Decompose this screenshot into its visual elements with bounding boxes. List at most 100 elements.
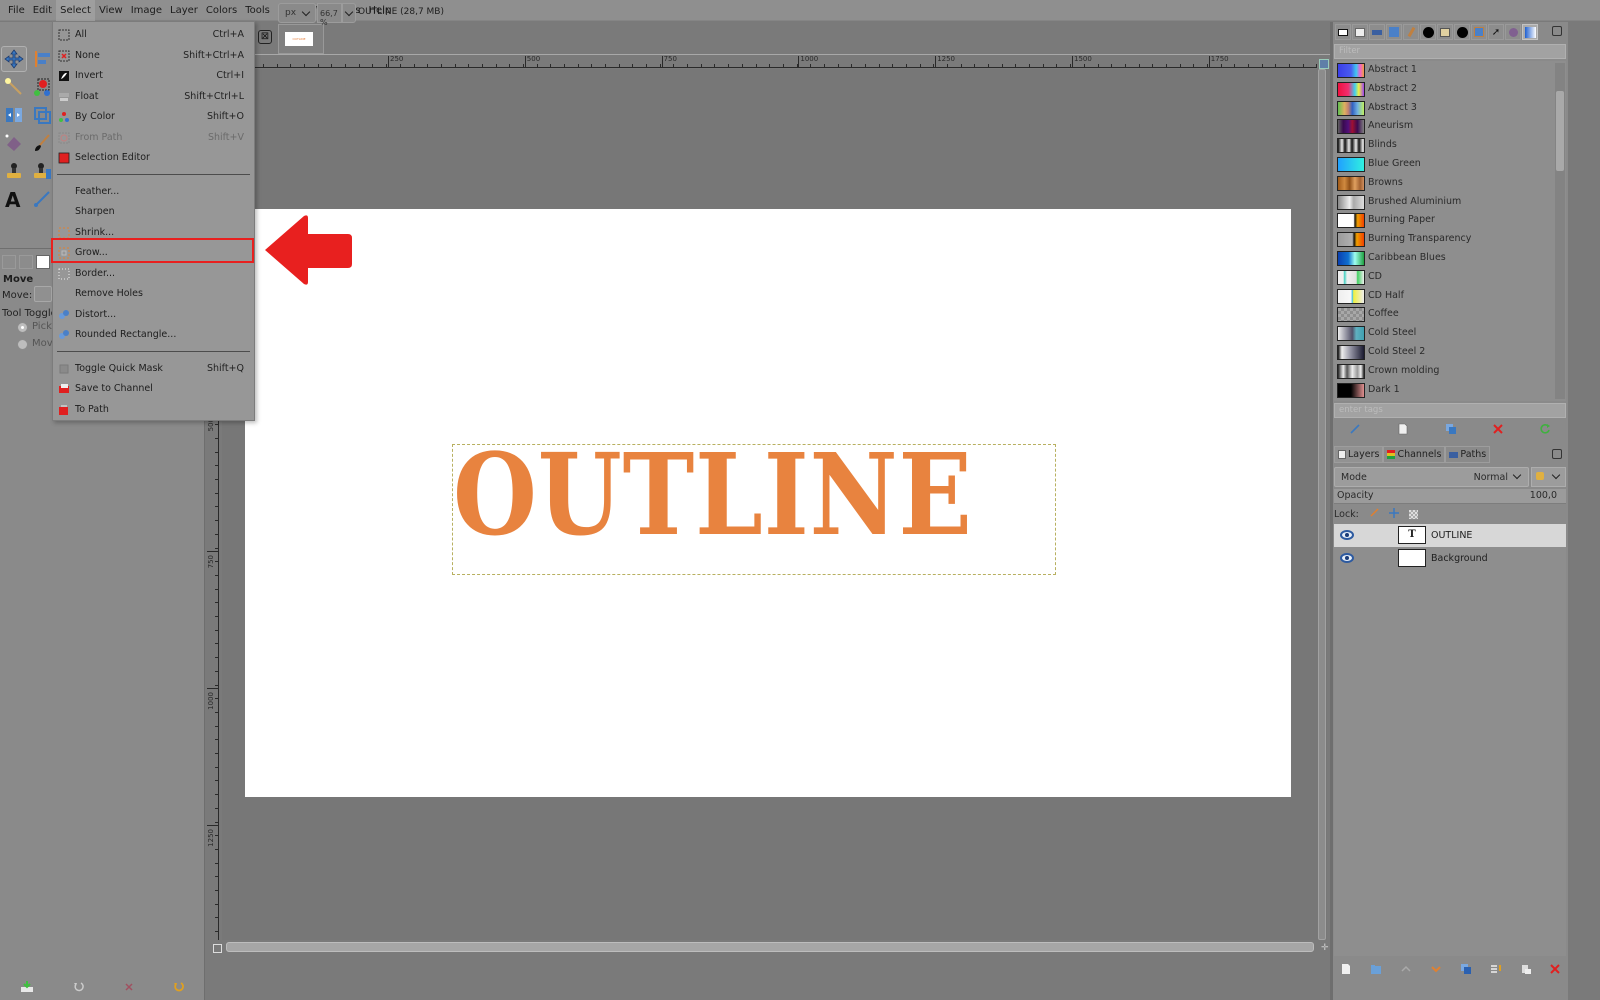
menu-item-distort[interactable]: Distort...	[53, 305, 254, 325]
device-status-tab-icon[interactable]	[19, 255, 33, 269]
new-gradient-icon[interactable]	[1397, 423, 1409, 438]
quick-mask-toggle-icon[interactable]	[213, 944, 222, 953]
gradient-item[interactable]: Browns	[1334, 174, 1554, 193]
brush-dock-tab-icon[interactable]	[1454, 24, 1470, 40]
menu-item-selection-editor[interactable]: Selection Editor	[53, 148, 254, 168]
raise-layer-icon[interactable]	[1400, 963, 1412, 978]
menu-item-border[interactable]: Border...	[53, 264, 254, 284]
menu-item-invert[interactable]: Invert Ctrl+I	[53, 66, 254, 86]
save-tool-preset-icon[interactable]	[20, 980, 34, 996]
layer-row[interactable]: Background	[1334, 547, 1566, 570]
menu-item-rounded-rectangle[interactable]: Rounded Rectangle...	[53, 325, 254, 345]
horizontal-ruler[interactable]: 250 500 750 1000 1250 1500 1750	[222, 55, 1318, 68]
menu-select[interactable]: Select	[56, 0, 95, 21]
menu-item-to-path[interactable]: To Path	[53, 400, 254, 420]
layer-mode-select[interactable]: Mode Normal	[1334, 467, 1529, 487]
restore-tool-preset-icon[interactable]	[73, 981, 85, 996]
tab-channels[interactable]: Channels	[1383, 446, 1446, 463]
gradient-item[interactable]: Caribbean Blues	[1334, 249, 1554, 268]
eraser-tool-icon[interactable]	[1, 130, 27, 156]
zoom-image-when-window-resized-icon[interactable]: ✛	[1321, 943, 1329, 953]
radio-move-active[interactable]	[17, 339, 28, 350]
composite-mode-select[interactable]	[1531, 467, 1566, 487]
lower-layer-icon[interactable]	[1430, 963, 1442, 978]
text-tool-icon[interactable]: A	[1, 186, 27, 212]
lock-pixels-icon[interactable]	[1369, 507, 1379, 521]
menu-item-none[interactable]: None Shift+Ctrl+A	[53, 46, 254, 66]
gradients-dock-tab-icon[interactable]	[1522, 24, 1538, 40]
canvas-area[interactable]: OUTLINE	[222, 69, 1317, 940]
vertical-scrollbar[interactable]	[1317, 69, 1327, 940]
gradient-list-scrollbar[interactable]	[1555, 63, 1565, 399]
close-image-tab-icon[interactable]: ⊠	[258, 30, 272, 44]
delete-gradient-icon[interactable]	[1493, 423, 1503, 437]
move-tool-icon[interactable]	[1, 46, 27, 72]
gradient-item[interactable]: Brushed Aluminium	[1334, 193, 1554, 212]
duplicate-layer-icon[interactable]	[1460, 963, 1472, 978]
gradient-item[interactable]: Abstract 1	[1334, 61, 1554, 80]
opacity-slider[interactable]: Opacity 100,0	[1334, 489, 1566, 504]
new-layer-group-icon[interactable]	[1370, 963, 1382, 978]
tool-options-tab-icon[interactable]	[2, 255, 16, 269]
menu-item-by-color[interactable]: By Color Shift+O	[53, 107, 254, 127]
flip-tool-icon[interactable]	[1, 102, 27, 128]
reset-tool-options-icon[interactable]	[173, 981, 185, 996]
tab-layers[interactable]: Layers	[1334, 446, 1384, 463]
gradient-item[interactable]: Coffee	[1334, 305, 1554, 324]
vertical-scroll-thumb[interactable]	[1318, 69, 1326, 940]
radio-pick-layer[interactable]	[17, 322, 28, 333]
gradient-item[interactable]: CD Half	[1334, 287, 1554, 306]
gradient-item[interactable]: Abstract 3	[1334, 99, 1554, 118]
patterns-dock-tab-icon[interactable]	[1420, 24, 1436, 40]
gradient-item[interactable]: Burning Transparency	[1334, 230, 1554, 249]
layers-dock-tab-icon[interactable]	[1352, 24, 1368, 40]
gradient-item[interactable]: Cold Steel 2	[1334, 343, 1554, 362]
menu-item-remove-holes[interactable]: Remove Holes	[53, 284, 254, 304]
visibility-eye-icon[interactable]	[1340, 530, 1354, 540]
gradient-item[interactable]: Cold Steel	[1334, 324, 1554, 343]
palettes-dock-tab-icon[interactable]	[1505, 24, 1521, 40]
gradient-item[interactable]: Crown molding	[1334, 362, 1554, 381]
pointer-dock-tab-icon[interactable]: ➚	[1488, 24, 1504, 40]
undo-dock-tab-icon[interactable]	[1471, 24, 1487, 40]
channels-dock-tab-icon[interactable]	[1386, 24, 1402, 40]
lock-position-icon[interactable]	[1388, 507, 1399, 521]
menu-file[interactable]: File	[4, 0, 29, 21]
delete-tool-preset-icon[interactable]	[124, 982, 134, 995]
paths-dock-tab-icon[interactable]	[1369, 24, 1385, 40]
layer-row[interactable]: T OUTLINE	[1334, 524, 1566, 547]
gradient-item[interactable]: Abstract 2	[1334, 80, 1554, 99]
menu-item-all[interactable]: All Ctrl+A	[53, 25, 254, 45]
unit-select[interactable]: px	[278, 3, 316, 23]
gradient-item[interactable]: Dark 1	[1334, 381, 1554, 400]
menu-item-from-path[interactable]: From Path Shift+V	[53, 128, 254, 148]
fuzzy-select-tool-icon[interactable]	[1, 74, 27, 100]
horizontal-scrollbar[interactable]	[226, 942, 1314, 952]
fonts-dock-tab-icon[interactable]	[1437, 24, 1453, 40]
move-mode-toggle[interactable]	[34, 286, 52, 302]
zoom-dropdown[interactable]	[342, 3, 356, 23]
image-tab[interactable]: OUTLINE	[278, 24, 324, 54]
menu-item-feather[interactable]: Feather...	[53, 182, 254, 202]
menu-layer[interactable]: Layer	[166, 0, 202, 21]
anchor-layer-icon[interactable]	[1520, 963, 1532, 978]
delete-layer-icon[interactable]	[1550, 963, 1560, 977]
zoom-input[interactable]: 66,7 %	[317, 3, 342, 27]
tool-options-dock-tab-icon[interactable]	[1335, 24, 1351, 40]
menu-item-toggle-quick-mask[interactable]: Toggle Quick Mask Shift+Q	[53, 359, 254, 379]
menu-colors[interactable]: Colors	[202, 0, 241, 21]
edit-gradient-icon[interactable]	[1349, 423, 1361, 438]
gradient-list-scroll-thumb[interactable]	[1556, 91, 1564, 171]
merge-layer-icon[interactable]	[1490, 963, 1502, 978]
dock-menu-icon[interactable]	[1552, 26, 1562, 36]
brushes-dock-tab-icon[interactable]	[1403, 24, 1419, 40]
tab-paths[interactable]: Paths	[1445, 446, 1491, 463]
gradient-item[interactable]: Burning Paper	[1334, 211, 1554, 230]
images-tab-icon[interactable]	[36, 255, 50, 269]
new-layer-icon[interactable]	[1340, 963, 1352, 978]
menu-view[interactable]: View	[95, 0, 127, 21]
clone-tool-icon[interactable]	[1, 158, 27, 184]
refresh-gradients-icon[interactable]	[1539, 423, 1551, 438]
gradient-item[interactable]: CD	[1334, 268, 1554, 287]
menu-tools[interactable]: Tools	[241, 0, 274, 21]
